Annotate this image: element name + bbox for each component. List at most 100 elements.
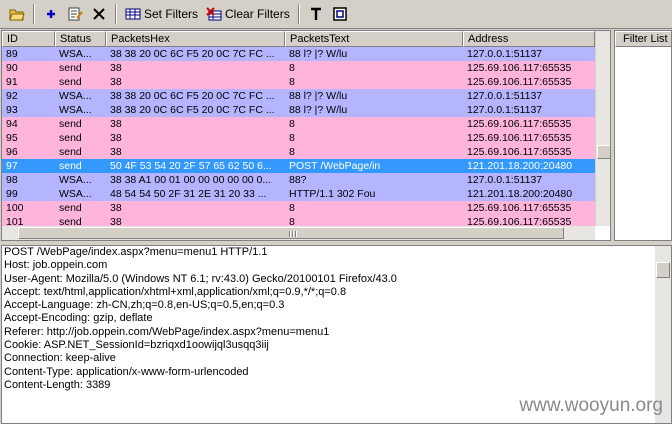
cell-status: send (59, 202, 82, 214)
cell-id: 98 (6, 174, 18, 186)
cell-packets-hex: 38 38 20 0C 6C F5 20 0C 7C FC ... (110, 48, 275, 60)
cell-packets-text: 88? (289, 174, 307, 186)
column-header-packets-hex[interactable]: PacketsHex (106, 31, 285, 47)
cell-packets-hex: 48 54 54 50 2F 31 2E 31 20 33 ... (110, 188, 267, 200)
table-row[interactable]: 99 WSA... 48 54 54 50 2F 31 2E 31 20 33 ..… (2, 187, 595, 201)
table-row[interactable]: 90 send 38 8 125.69.106.117:65535 (2, 61, 595, 75)
detail-line: Accept: text/html,application/xhtml+xml,… (4, 285, 347, 298)
cell-address: 121.201.18.200:20480 (467, 188, 573, 200)
packet-rows: 89 WSA... 38 38 20 0C 6C F5 20 0C 7C FC ..… (2, 47, 595, 229)
table-row[interactable]: 97 send 50 4F 53 54 20 2F 57 65 62 50 6...… (2, 159, 595, 173)
cell-status: send (59, 118, 82, 130)
cell-status: send (59, 160, 82, 172)
detail-line: Content-Length: 3389 (4, 378, 111, 391)
packet-grid: ID Status PacketsHex PacketsText Address… (1, 30, 611, 241)
detail-vertical-scroll-thumb[interactable] (656, 262, 670, 278)
cell-packets-text: HTTP/1.1 302 Fou (289, 188, 376, 200)
filter-grid-icon (125, 6, 141, 22)
table-row[interactable]: 92 WSA... 38 38 20 0C 6C F5 20 0C 7C FC ..… (2, 89, 595, 103)
set-filters-button[interactable]: Set Filters (122, 3, 201, 25)
window-icon (332, 6, 348, 22)
table-row[interactable]: 100 send 38 8 125.69.106.117:65535 (2, 201, 595, 215)
detail-line: Cookie: ASP.NET_SessionId=bzriqxd1oowijq… (4, 339, 269, 352)
cell-address: 121.201.18.200:20480 (467, 160, 573, 172)
column-header-packets-text[interactable]: PacketsText (285, 31, 463, 47)
filter-list-header: Filter List (615, 31, 671, 47)
cell-packets-hex: 38 38 20 0C 6C F5 20 0C 7C FC ... (110, 104, 275, 116)
grid-vertical-scrollbar[interactable] (595, 31, 610, 226)
cell-packets-hex: 38 (110, 118, 122, 130)
table-row[interactable]: 93 WSA... 38 38 20 0C 6C F5 20 0C 7C FC ..… (2, 103, 595, 117)
packet-detail-pane[interactable]: POST /WebPage/index.aspx?menu=menu1 HTTP… (1, 245, 672, 424)
cell-status: WSA... (59, 188, 92, 200)
column-header-status[interactable]: Status (55, 31, 106, 47)
cell-address: 125.69.106.117:65535 (467, 132, 572, 144)
toolbar: Set Filters Clear Filters (0, 0, 672, 29)
cell-status: send (59, 132, 82, 144)
grid-horizontal-scroll-thumb[interactable] (18, 227, 564, 239)
column-header-address[interactable]: Address (463, 31, 595, 47)
cell-packets-text: POST /WebPage/in (289, 160, 381, 172)
delete-button[interactable] (88, 3, 110, 25)
grid-horizontal-scrollbar[interactable] (2, 226, 595, 240)
cell-address: 127.0.0.1:51137 (467, 90, 543, 102)
cell-status: WSA... (59, 174, 92, 186)
cell-packets-hex: 38 (110, 62, 122, 74)
cell-id: 99 (6, 188, 18, 200)
grid-vertical-scroll-thumb[interactable] (597, 145, 610, 159)
filter-list-panel: Filter List (614, 30, 672, 241)
clear-filters-button[interactable]: Clear Filters (203, 3, 293, 25)
detail-line: Accept-Language: zh-CN,zh;q=0.8,en-US;q=… (4, 299, 285, 312)
text-t-icon (308, 6, 324, 22)
cell-address: 125.69.106.117:65535 (467, 202, 572, 214)
cell-status: WSA... (59, 90, 92, 102)
table-row[interactable]: 91 send 38 8 125.69.106.117:65535 (2, 75, 595, 89)
clear-filters-label: Clear Filters (225, 7, 290, 21)
table-row[interactable]: 96 send 38 8 125.69.106.117:65535 (2, 145, 595, 159)
cell-packets-text: 8 (289, 62, 295, 74)
cell-address: 125.69.106.117:65535 (467, 146, 572, 158)
cell-address: 127.0.0.1:51137 (467, 104, 543, 116)
cell-packets-text: 88 l? |? W/lu (289, 90, 348, 102)
table-row[interactable]: 94 send 38 8 125.69.106.117:65535 (2, 117, 595, 131)
cell-packets-hex: 38 (110, 132, 122, 144)
table-row[interactable]: 98 WSA... 38 38 A1 00 01 00 00 00 00 00 0.… (2, 173, 595, 187)
detail-line: Referer: http://job.oppein.com/WebPage/i… (4, 325, 330, 338)
packet-detail-text: POST /WebPage/index.aspx?menu=menu1 HTTP… (2, 246, 671, 392)
hex-view-button[interactable] (329, 3, 351, 25)
detail-line: Connection: keep-alive (4, 352, 116, 365)
cell-packets-text: 88 l? |? W/lu (289, 104, 348, 116)
detail-line: User-Agent: Mozilla/5.0 (Windows NT 6.1;… (4, 272, 397, 285)
cell-status: WSA... (59, 104, 92, 116)
cell-packets-hex: 38 38 20 0C 6C F5 20 0C 7C FC ... (110, 90, 275, 102)
open-button[interactable] (6, 3, 28, 25)
scroll-grip-icon (289, 231, 297, 237)
cell-packets-text: 8 (289, 202, 295, 214)
set-filters-label: Set Filters (144, 7, 199, 21)
edit-button[interactable] (64, 3, 86, 25)
grid-header: ID Status PacketsHex PacketsText Address (2, 31, 595, 47)
text-view-button[interactable] (305, 3, 327, 25)
cell-packets-hex: 38 (110, 146, 122, 158)
plus-icon (43, 6, 59, 22)
detail-line: POST /WebPage/index.aspx?menu=menu1 HTTP… (4, 246, 268, 258)
cell-id: 93 (6, 104, 18, 116)
table-row[interactable]: 89 WSA... 38 38 20 0C 6C F5 20 0C 7C FC ..… (2, 47, 595, 61)
folder-open-icon (9, 6, 25, 22)
cell-status: send (59, 146, 82, 158)
edit-document-icon (67, 6, 83, 22)
cell-status: WSA... (59, 48, 92, 60)
cell-address: 127.0.0.1:51137 (467, 48, 543, 60)
cell-id: 96 (6, 146, 18, 158)
add-button[interactable] (40, 3, 62, 25)
cell-packets-text: 8 (289, 132, 295, 144)
cell-packets-hex: 38 (110, 76, 122, 88)
cell-status: send (59, 62, 82, 74)
cell-id: 91 (6, 76, 18, 88)
cell-id: 94 (6, 118, 18, 130)
column-header-id[interactable]: ID (2, 31, 55, 47)
table-row[interactable]: 95 send 38 8 125.69.106.117:65535 (2, 131, 595, 145)
cell-address: 125.69.106.117:65535 (467, 76, 572, 88)
cell-id: 90 (6, 62, 18, 74)
cell-packets-hex: 38 (110, 202, 122, 214)
